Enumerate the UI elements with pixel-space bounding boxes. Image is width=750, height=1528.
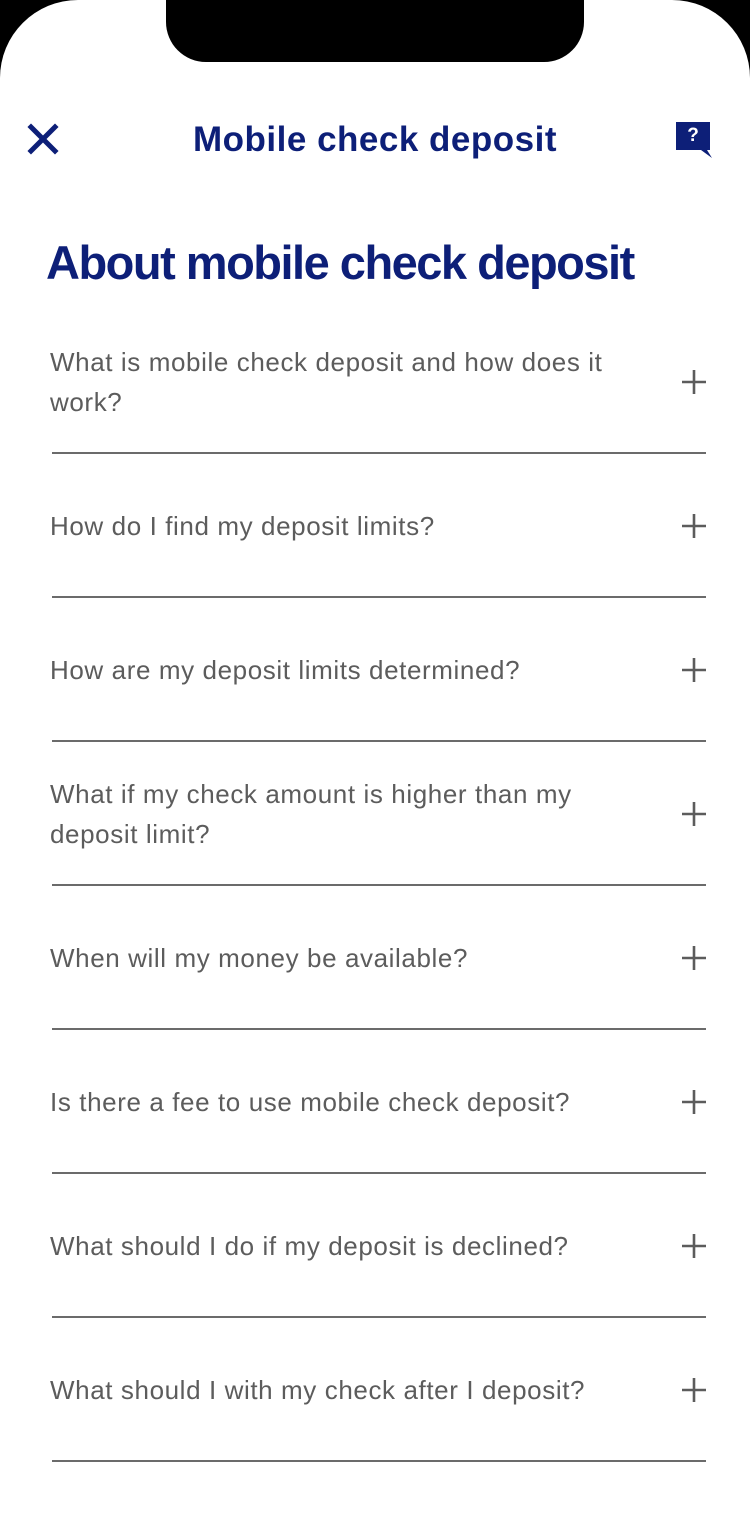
faq-list: What is mobile check deposit and how doe… — [0, 310, 750, 1462]
close-icon — [27, 123, 59, 155]
section-heading: About mobile check deposit — [46, 236, 635, 289]
faq-item[interactable]: What should I do if my deposit is declin… — [0, 1174, 750, 1318]
help-button[interactable]: ? — [674, 120, 714, 160]
nav-bar: Mobile check deposit ? — [0, 104, 750, 176]
faq-question: How are my deposit limits determined? — [50, 654, 521, 685]
faq-question: What should I with my check after I depo… — [50, 1374, 586, 1405]
app-screen: Mobile check deposit ? About mobile chec… — [0, 0, 750, 1528]
faq-item[interactable]: When will my money be available? — [0, 886, 750, 1030]
faq-item[interactable]: Is there a fee to use mobile check depos… — [0, 1030, 750, 1174]
faq-item[interactable]: What should I with my check after I depo… — [0, 1318, 750, 1462]
faq-question: What should I do if my deposit is declin… — [50, 1230, 569, 1261]
faq-item[interactable]: What is mobile check deposit and how doe… — [0, 310, 750, 454]
help-question-mark: ? — [687, 125, 699, 146]
divider — [52, 1460, 706, 1462]
plus-icon — [680, 944, 708, 972]
faq-item[interactable]: What if my check amount is higher than m… — [0, 742, 750, 886]
plus-icon — [680, 1232, 708, 1260]
faq-question: When will my money be available? — [50, 942, 469, 973]
faq-question: What if my check amount is higher than m… — [50, 778, 572, 849]
plus-icon — [680, 1376, 708, 1404]
close-button[interactable] — [22, 118, 64, 160]
plus-icon — [680, 368, 708, 396]
page-title: Mobile check deposit — [193, 120, 557, 159]
plus-icon — [680, 800, 708, 828]
faq-question: How do I find my deposit limits? — [50, 510, 435, 541]
faq-item[interactable]: How are my deposit limits determined? — [0, 598, 750, 742]
faq-question: Is there a fee to use mobile check depos… — [50, 1086, 571, 1117]
device-notch — [166, 0, 584, 62]
plus-icon — [680, 512, 708, 540]
plus-icon — [680, 1088, 708, 1116]
faq-question: What is mobile check deposit and how doe… — [50, 346, 603, 417]
plus-icon — [680, 656, 708, 684]
faq-item[interactable]: How do I find my deposit limits? — [0, 454, 750, 598]
